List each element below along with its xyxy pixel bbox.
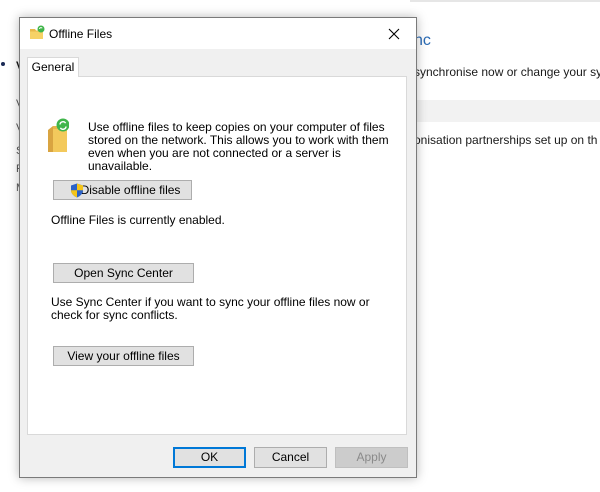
sync-center-description: Use Sync Center if you want to sync your… — [51, 295, 370, 322]
disable-offline-files-label: Disable offline files — [80, 183, 181, 197]
general-tab-panel: Use offline files to keep copies on your… — [27, 76, 407, 435]
background-text-line: synchronise now or change your sy — [414, 65, 600, 79]
open-sync-center-button[interactable]: Open Sync Center — [53, 263, 194, 283]
view-offline-files-button[interactable]: View your offline files — [53, 346, 194, 366]
folder-sync-icon — [47, 118, 70, 154]
offline-files-icon — [29, 25, 45, 41]
ok-button[interactable]: OK — [173, 447, 246, 468]
close-icon — [388, 28, 400, 39]
disable-offline-files-button[interactable]: Disable offline files — [53, 180, 192, 200]
offline-files-dialog: Offline Files General Use offline files … — [19, 17, 417, 478]
tab-general[interactable]: General — [27, 57, 79, 77]
background-band — [410, 100, 600, 122]
offline-files-status: Offline Files is currently enabled. — [51, 213, 225, 227]
close-button[interactable] — [372, 18, 416, 49]
title-bar[interactable]: Offline Files — [20, 18, 416, 49]
apply-button[interactable]: Apply — [335, 447, 408, 468]
dialog-title: Offline Files — [49, 27, 113, 41]
uac-shield-icon — [70, 183, 84, 198]
cancel-button[interactable]: Cancel — [254, 447, 327, 468]
offline-files-description: Use offline files to keep copies on your… — [88, 120, 389, 173]
background-window-edge — [410, 0, 600, 2]
background-text-line: onisation partnerships set up on th — [414, 133, 598, 147]
